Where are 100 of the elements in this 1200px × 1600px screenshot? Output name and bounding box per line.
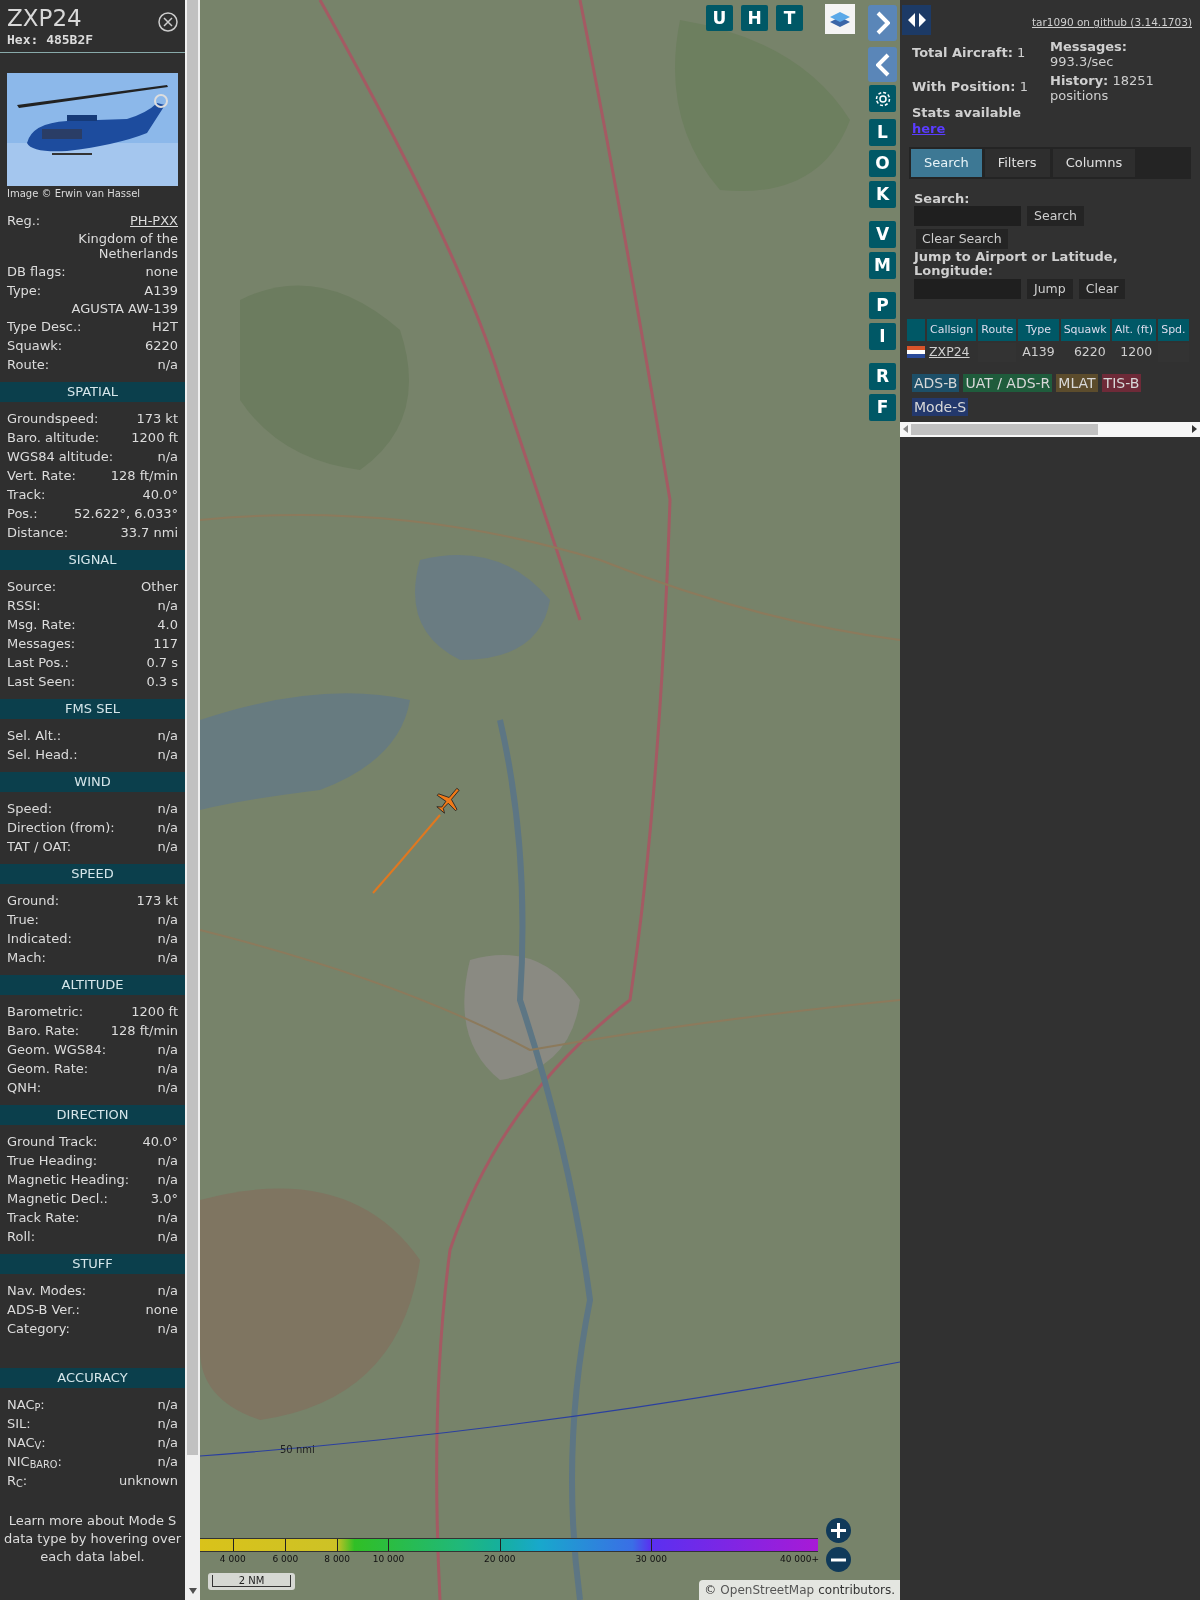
field-value: 1200 ft <box>131 1003 178 1021</box>
map-toggle-button[interactable]: K <box>869 181 896 208</box>
left-right-arrows-icon <box>906 13 927 27</box>
tab[interactable]: Filters <box>984 149 1050 177</box>
field-label: Ground Track: <box>7 1133 98 1151</box>
source-legend-badge: TIS-B <box>1101 373 1142 392</box>
field-label: Route: <box>7 356 50 374</box>
field-label: NAC$_{V}$: <box>7 1434 46 1452</box>
field-value: n/a <box>157 1060 178 1078</box>
altitude-legend-label: 4 000 <box>219 1553 246 1566</box>
field-value: n/a <box>157 1152 178 1170</box>
scroll-right-icon[interactable] <box>1192 425 1197 434</box>
map-toggle-button[interactable]: F <box>869 394 896 421</box>
column-header[interactable]: Alt. (ft) <box>1111 319 1157 341</box>
scrollbar-thumb[interactable] <box>187 0 198 1455</box>
field-value: n/a <box>157 1209 178 1227</box>
field-value: 1200 ft <box>131 429 178 447</box>
field-value: A139 <box>144 282 178 300</box>
field-label: Nav. Modes: <box>7 1282 87 1300</box>
altitude-legend-label: 6 000 <box>272 1553 299 1566</box>
field-label: Sel. Alt.: <box>7 727 62 745</box>
attribution-link[interactable]: OpenStreetMap <box>720 1580 815 1600</box>
map-toggle-button[interactable]: H <box>741 5 768 31</box>
expand-button[interactable] <box>868 5 897 41</box>
field-label: Messages: <box>7 635 76 653</box>
stats-label: Stats available <box>912 105 1023 121</box>
search-button[interactable]: Search <box>1027 206 1084 226</box>
settings-button[interactable] <box>869 85 896 112</box>
panel-toggle-button[interactable] <box>902 5 931 35</box>
collapse-button[interactable] <box>868 47 897 82</box>
scroll-down-icon[interactable] <box>188 1588 197 1594</box>
field-label: Reg.: <box>7 212 41 230</box>
field-label: Vert. Rate: <box>7 467 76 485</box>
clear-button[interactable]: Clear <box>1078 279 1126 299</box>
range-ring-label: 50 nmi <box>280 1443 315 1457</box>
stat-text: With Position: 1 <box>912 79 1029 95</box>
aircraft-icon <box>436 787 460 814</box>
scrollbar-thumb[interactable] <box>911 423 1098 435</box>
field-label: Magnetic Decl.: <box>7 1190 108 1208</box>
close-button[interactable] <box>158 12 178 32</box>
field-value: n/a <box>157 1320 178 1338</box>
map-toggle-button[interactable]: T <box>776 5 803 31</box>
map-toggle-button[interactable]: I <box>869 323 896 350</box>
section-header: FMS SEL <box>0 699 185 719</box>
chevron-right-icon <box>875 11 890 35</box>
stat-text: History: 18251 positions <box>1050 73 1155 103</box>
field-label: Last Seen: <box>7 673 76 691</box>
field-value: 40.0° <box>142 486 178 504</box>
column-header[interactable]: Squawk <box>1060 319 1110 341</box>
altitude-legend-label: 10 000 <box>372 1553 405 1566</box>
field-value: n/a <box>157 746 178 764</box>
column-header[interactable]: Spd. <box>1158 319 1189 341</box>
column-header[interactable]: Route <box>978 319 1017 341</box>
minus-icon <box>831 1557 846 1562</box>
altitude-legend-label: 40 000+ <box>779 1553 819 1566</box>
attribution-text: contributors. <box>818 1582 895 1599</box>
map-toggle-button[interactable]: M <box>869 252 896 279</box>
field-label: Type Desc.: <box>7 318 82 336</box>
field-label: Category: <box>7 1320 70 1338</box>
field-value: 3.0° <box>150 1190 178 1208</box>
layers-button[interactable] <box>825 4 855 34</box>
column-header[interactable]: Callsign <box>927 319 977 341</box>
field-label: Baro. altitude: <box>7 429 100 447</box>
field-label: Direction (from): <box>7 819 115 837</box>
map-toggle-button[interactable]: V <box>869 221 896 248</box>
field-value: n/a <box>157 356 178 374</box>
callsign-link[interactable]: ZXP24 <box>929 344 970 359</box>
field-label: Geom. WGS84: <box>7 1041 107 1059</box>
scroll-left-icon[interactable] <box>903 425 908 434</box>
field-label: Last Pos.: <box>7 654 69 672</box>
field-label: Magnetic Heading: <box>7 1171 130 1189</box>
plus-icon <box>831 1523 846 1538</box>
field-value: 52.622°, 6.033° <box>74 505 178 523</box>
map-toggle-button[interactable]: U <box>706 5 733 31</box>
field-label: DB flags: <box>7 263 66 281</box>
field-value: n/a <box>157 949 178 967</box>
section-header: STUFF <box>0 1254 185 1274</box>
field-label: Barometric: <box>7 1003 84 1021</box>
field-label: Speed: <box>7 800 53 818</box>
jump-button[interactable]: Jump <box>1027 279 1073 299</box>
tab[interactable]: Search <box>911 149 982 177</box>
help-note: Learn more about Mode S data type by hovering over each data label. <box>2 1512 183 1566</box>
section-header: SPEED <box>0 864 185 884</box>
field-label: Geom. Rate: <box>7 1060 89 1078</box>
map-toggle-button[interactable]: L <box>869 119 896 146</box>
close-icon <box>158 12 178 32</box>
field-label: Roll: <box>7 1228 35 1246</box>
map-toggle-button[interactable]: O <box>869 150 896 177</box>
map-toggle-button[interactable]: P <box>869 292 896 319</box>
field-label: Track Rate: <box>7 1209 80 1227</box>
section-header: ALTITUDE <box>0 975 185 995</box>
column-header[interactable]: Type <box>1018 319 1059 341</box>
field-label: True Heading: <box>7 1152 98 1170</box>
github-link[interactable]: tar1090 on github (3.14.1703) <box>1032 15 1192 31</box>
map-toggle-button[interactable]: R <box>869 363 896 390</box>
altitude-legend-label: 8 000 <box>324 1553 351 1566</box>
tab[interactable]: Columns <box>1052 149 1136 177</box>
source-legend-badge: UAT / ADS-R <box>963 373 1053 392</box>
clear-search-button[interactable]: Clear Search <box>916 229 1008 249</box>
registration-link[interactable]: PH-PXX <box>130 211 178 230</box>
